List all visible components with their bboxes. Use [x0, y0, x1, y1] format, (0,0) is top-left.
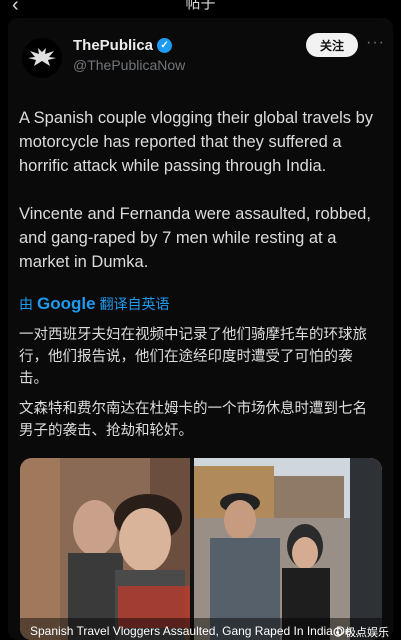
verified-badge-icon: ✓: [157, 38, 173, 53]
author-name[interactable]: ThePublica ✓: [73, 37, 173, 54]
translation-prefix: 由: [19, 297, 33, 313]
translation-suffix: 翻译自英语: [99, 297, 170, 313]
translated-paragraph-1: 一对西班牙夫妇在视频中记录了他们骑摩托车的环球旅行，他们报告说，他们在途经印度时…: [19, 327, 367, 387]
avatar[interactable]: [22, 38, 62, 78]
post-paragraph-1: A Spanish couple vlogging their global t…: [19, 109, 374, 175]
author-name-label: ThePublica: [73, 37, 154, 54]
google-brand: Google: [37, 294, 96, 313]
translation-link[interactable]: 由 Google 翻译自英语: [19, 294, 170, 314]
more-options-icon[interactable]: ···: [366, 34, 385, 52]
author-handle[interactable]: @ThePublicaNow: [73, 57, 185, 73]
top-bar: ‹ 帖子: [0, 0, 401, 18]
video-thumbnail: [20, 458, 382, 640]
media-caption: Spanish Travel Vloggers Assaulted, Gang …: [30, 624, 362, 638]
post-paragraph-2: Vincente and Fernanda were assaulted, ro…: [19, 205, 371, 271]
translated-paragraph-2: 文森特和费尔南达在杜姆卡的一个市场休息时遭到七名男子的袭击、抢劫和轮奸。: [19, 401, 367, 439]
weibo-icon: [333, 627, 343, 637]
eagle-logo-icon: [28, 48, 56, 66]
follow-button[interactable]: 关注: [306, 33, 358, 57]
media-image[interactable]: [20, 458, 382, 640]
page-title: 帖子: [185, 0, 216, 12]
watermark: 极点娱乐: [333, 624, 389, 640]
watermark-label: 极点娱乐: [345, 626, 389, 639]
